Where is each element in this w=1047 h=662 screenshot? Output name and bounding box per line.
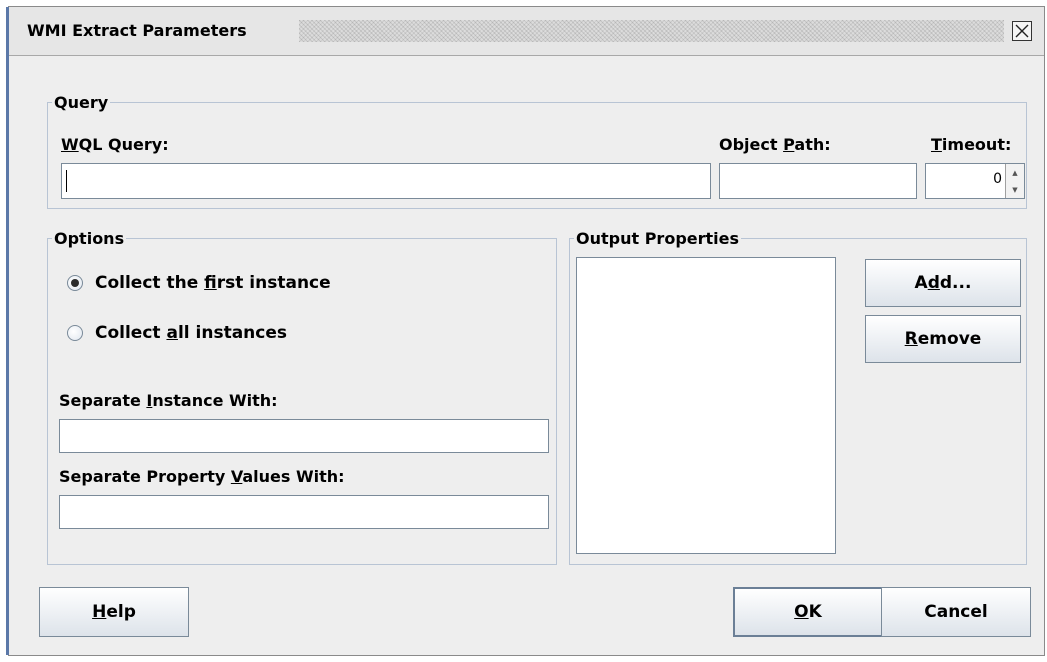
cancel-button[interactable]: Cancel bbox=[881, 587, 1031, 637]
close-icon[interactable] bbox=[1012, 21, 1032, 41]
options-legend: Options bbox=[54, 229, 125, 248]
add-button[interactable]: Add... bbox=[865, 259, 1021, 307]
output-properties-legend: Output Properties bbox=[576, 229, 740, 248]
query-legend: Query bbox=[54, 93, 109, 112]
radio-checked-icon[interactable] bbox=[67, 275, 83, 291]
output-properties-list[interactable] bbox=[576, 257, 836, 554]
radio-collect-first-label: Collect the first instance bbox=[95, 273, 331, 293]
title-bar-texture bbox=[299, 20, 1004, 42]
window-title: WMI Extract Parameters bbox=[27, 21, 247, 40]
separate-property-input[interactable] bbox=[59, 495, 549, 529]
object-path-label: Object Path: bbox=[719, 135, 831, 154]
radio-collect-all-label: Collect all instances bbox=[95, 323, 288, 343]
title-bar[interactable]: WMI Extract Parameters bbox=[9, 7, 1044, 56]
separate-instance-input[interactable] bbox=[59, 419, 549, 453]
spinner-up-icon[interactable]: ▲ bbox=[1006, 164, 1024, 182]
radio-collect-all[interactable]: Collect all instances bbox=[67, 323, 287, 343]
timeout-label: Timeout: bbox=[931, 135, 1012, 154]
wmi-extract-dialog: WMI Extract Parameters Query WQL Query: … bbox=[6, 6, 1045, 656]
timeout-value: 0 bbox=[993, 171, 1002, 187]
wql-query-label: WQL Query: bbox=[61, 135, 169, 154]
text-caret bbox=[66, 170, 67, 192]
help-button[interactable]: Help bbox=[39, 587, 189, 637]
radio-unchecked-icon[interactable] bbox=[67, 325, 83, 341]
remove-button[interactable]: Remove bbox=[865, 315, 1021, 363]
separate-instance-label: Separate Instance With: bbox=[59, 391, 278, 410]
spinner-buttons: ▲ ▼ bbox=[1005, 164, 1024, 198]
separate-property-label: Separate Property Values With: bbox=[59, 467, 345, 486]
timeout-spinner[interactable]: 0 ▲ ▼ bbox=[925, 163, 1025, 199]
object-path-input[interactable] bbox=[719, 163, 917, 199]
ok-button[interactable]: OK bbox=[733, 587, 883, 637]
spinner-down-icon[interactable]: ▼ bbox=[1006, 181, 1024, 198]
radio-collect-first[interactable]: Collect the first instance bbox=[67, 273, 331, 293]
wql-query-input[interactable] bbox=[61, 163, 711, 199]
